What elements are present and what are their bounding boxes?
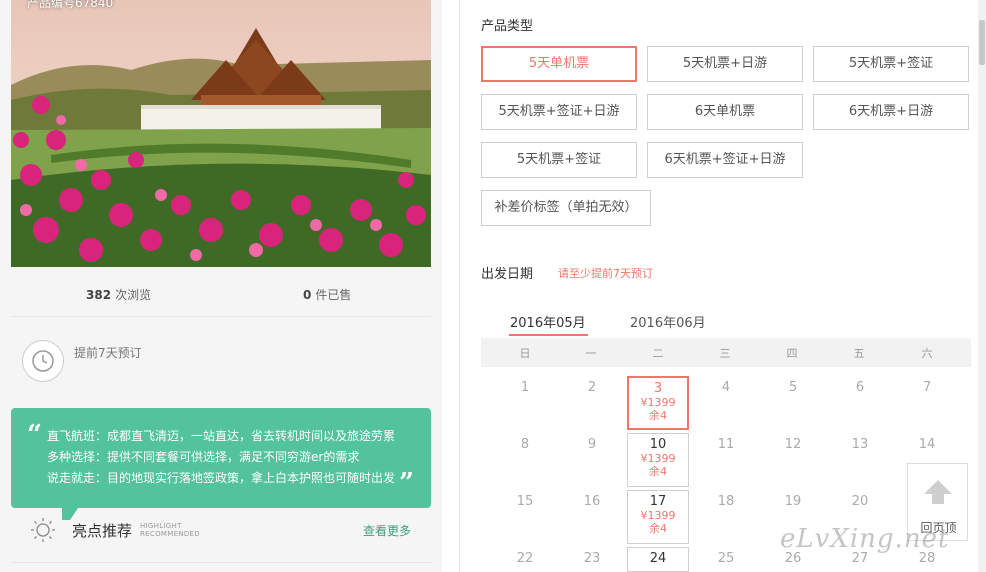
clock-icon — [22, 340, 64, 382]
product-option-8[interactable]: 6天机票+签证+日游 — [647, 142, 803, 178]
product-option-2[interactable]: 5天机票+日游 — [647, 46, 803, 82]
departure-date-title: 出发日期 — [481, 267, 534, 282]
calendar-day-available[interactable]: 10 ¥1399 余4 — [627, 433, 689, 487]
calendar-day-number: 10 — [649, 437, 667, 452]
calendar-day-number: 3 — [653, 381, 663, 396]
calendar-day: 4 — [721, 380, 731, 395]
weekday-sat: 六 — [921, 347, 933, 360]
departure-hint: 请至少提前7天预订 — [558, 267, 653, 280]
calendar-day-available[interactable]: 24 — [627, 547, 689, 572]
product-number: 产品编号67840 — [27, 0, 114, 10]
close-quote-icon: ” — [399, 468, 414, 498]
sold-count-label: 件已售 — [315, 288, 352, 302]
product-option-6[interactable]: 6天机票+日游 — [813, 94, 969, 130]
calendar-day-price: ¥1399 — [640, 509, 676, 522]
feature-line-1: 直飞航班：成都直飞清迈，一站直达，省去转机时间以及旅途劳累 — [47, 429, 396, 443]
month-tab-may[interactable]: 2016年05月 — [510, 312, 586, 331]
product-option-9[interactable]: 补差价标签（单拍无效） — [481, 190, 651, 226]
left-divider — [11, 562, 431, 563]
weekday-thu: 四 — [786, 347, 798, 360]
calendar-day-remaining: 余4 — [649, 465, 667, 478]
up-arrow-icon — [924, 480, 952, 504]
weekday-header: 日 一 二 三 四 五 六 — [481, 338, 971, 367]
calendar-day: 13 — [851, 437, 869, 452]
calendar-day: 25 — [717, 551, 735, 566]
product-type-title: 产品类型 — [481, 19, 534, 34]
calendar-day: 2 — [587, 380, 597, 395]
product-option-3[interactable]: 5天机票+签证 — [813, 46, 969, 82]
product-option-7[interactable]: 5天机票+签证 — [481, 142, 637, 178]
product-option-4[interactable]: 5天机票+签证+日游 — [481, 94, 637, 130]
calendar-day-remaining: 余4 — [649, 522, 667, 535]
calendar-day: 16 — [583, 494, 601, 509]
calendar-day-remaining: 余4 — [649, 409, 667, 422]
highlight-subtitle-line-1: HIGHLIGHT — [140, 522, 182, 530]
calendar-day-price: ¥1399 — [640, 396, 676, 409]
feature-box: “ 直飞航班：成都直飞清迈，一站直达，省去转机时间以及旅途劳累 多种选择：提供不… — [11, 408, 431, 508]
highlight-header: 亮点推荐 HIGHLIGHT RECOMMENDED 查看更多 — [30, 516, 430, 546]
active-month-indicator — [509, 334, 588, 336]
product-photo: 产品编号67840 — [11, 0, 431, 267]
calendar-day-price: ¥1399 — [640, 452, 676, 465]
highlight-subtitle-line-2: RECOMMENDED — [140, 530, 200, 538]
weekday-tue: 二 — [652, 347, 664, 360]
highlight-subtitle: HIGHLIGHT RECOMMENDED — [140, 522, 200, 538]
calendar-day: 18 — [717, 494, 735, 509]
product-option-5[interactable]: 6天单机票 — [647, 94, 803, 130]
calendar-day: 11 — [717, 437, 735, 452]
sold-count-value: 0 — [303, 288, 312, 302]
calendar-day: 22 — [516, 551, 534, 566]
open-quote-icon: “ — [27, 420, 42, 450]
calendar-day: 8 — [520, 437, 530, 452]
page-scrollbar[interactable] — [978, 0, 986, 572]
calendar-day: 5 — [788, 380, 798, 395]
feature-line-2: 多种选择：提供不同套餐可供选择，满足不同穷游er的需求 — [47, 450, 360, 464]
feature-lines: 直飞航班：成都直飞清迈，一站直达，省去转机时间以及旅途劳累 多种选择：提供不同套… — [47, 426, 395, 489]
temple-garden-image — [11, 0, 431, 267]
sun-icon — [30, 516, 58, 548]
calendar-day-number: 24 — [649, 551, 667, 566]
advance-booking-text: 提前7天预订 — [74, 346, 142, 360]
scrollbar-thumb[interactable] — [979, 20, 985, 65]
weekday-wed: 三 — [719, 347, 731, 360]
feature-line-3: 说走就走：目的地现实行落地签政策，拿上白本护照也可随时出发 — [47, 471, 396, 485]
left-column: 产品编号67840 382 次浏览 0 件已售 提前7天预订 “ 直飞航班：成都直飞… — [0, 0, 442, 572]
calendar-day: 1 — [520, 380, 530, 395]
calendar-day: 15 — [516, 494, 534, 509]
column-divider — [459, 0, 460, 572]
weekday-sun: 日 — [519, 347, 531, 360]
calendar-day: 7 — [922, 380, 932, 395]
calendar-day: 9 — [587, 437, 597, 452]
calendar-day-available[interactable]: 17 ¥1399 余4 — [627, 490, 689, 544]
calendar-day-number: 17 — [649, 494, 667, 509]
calendar-day: 14 — [918, 437, 936, 452]
calendar-day: 6 — [855, 380, 865, 395]
view-count-value: 382 — [86, 288, 112, 302]
view-count: 382 次浏览 — [86, 286, 151, 303]
product-option-1[interactable]: 5天单机票 — [481, 46, 637, 82]
site-watermark: eLvXing.net — [780, 524, 950, 554]
weekday-mon: 一 — [585, 347, 597, 360]
month-tab-june[interactable]: 2016年06月 — [630, 312, 706, 331]
calendar-day: 23 — [583, 551, 601, 566]
calendar-day: 12 — [784, 437, 802, 452]
view-more-link[interactable]: 查看更多 — [363, 522, 411, 539]
calendar-day: 20 — [851, 494, 869, 509]
calendar-day-available[interactable]: 3 ¥1399 余4 — [627, 376, 689, 430]
highlight-title: 亮点推荐 — [72, 522, 133, 540]
sold-count: 0 件已售 — [303, 286, 351, 303]
product-stats: 382 次浏览 0 件已售 — [11, 270, 431, 317]
view-count-label: 次浏览 — [115, 288, 152, 302]
weekday-fri: 五 — [853, 347, 865, 360]
calendar-day: 19 — [784, 494, 802, 509]
